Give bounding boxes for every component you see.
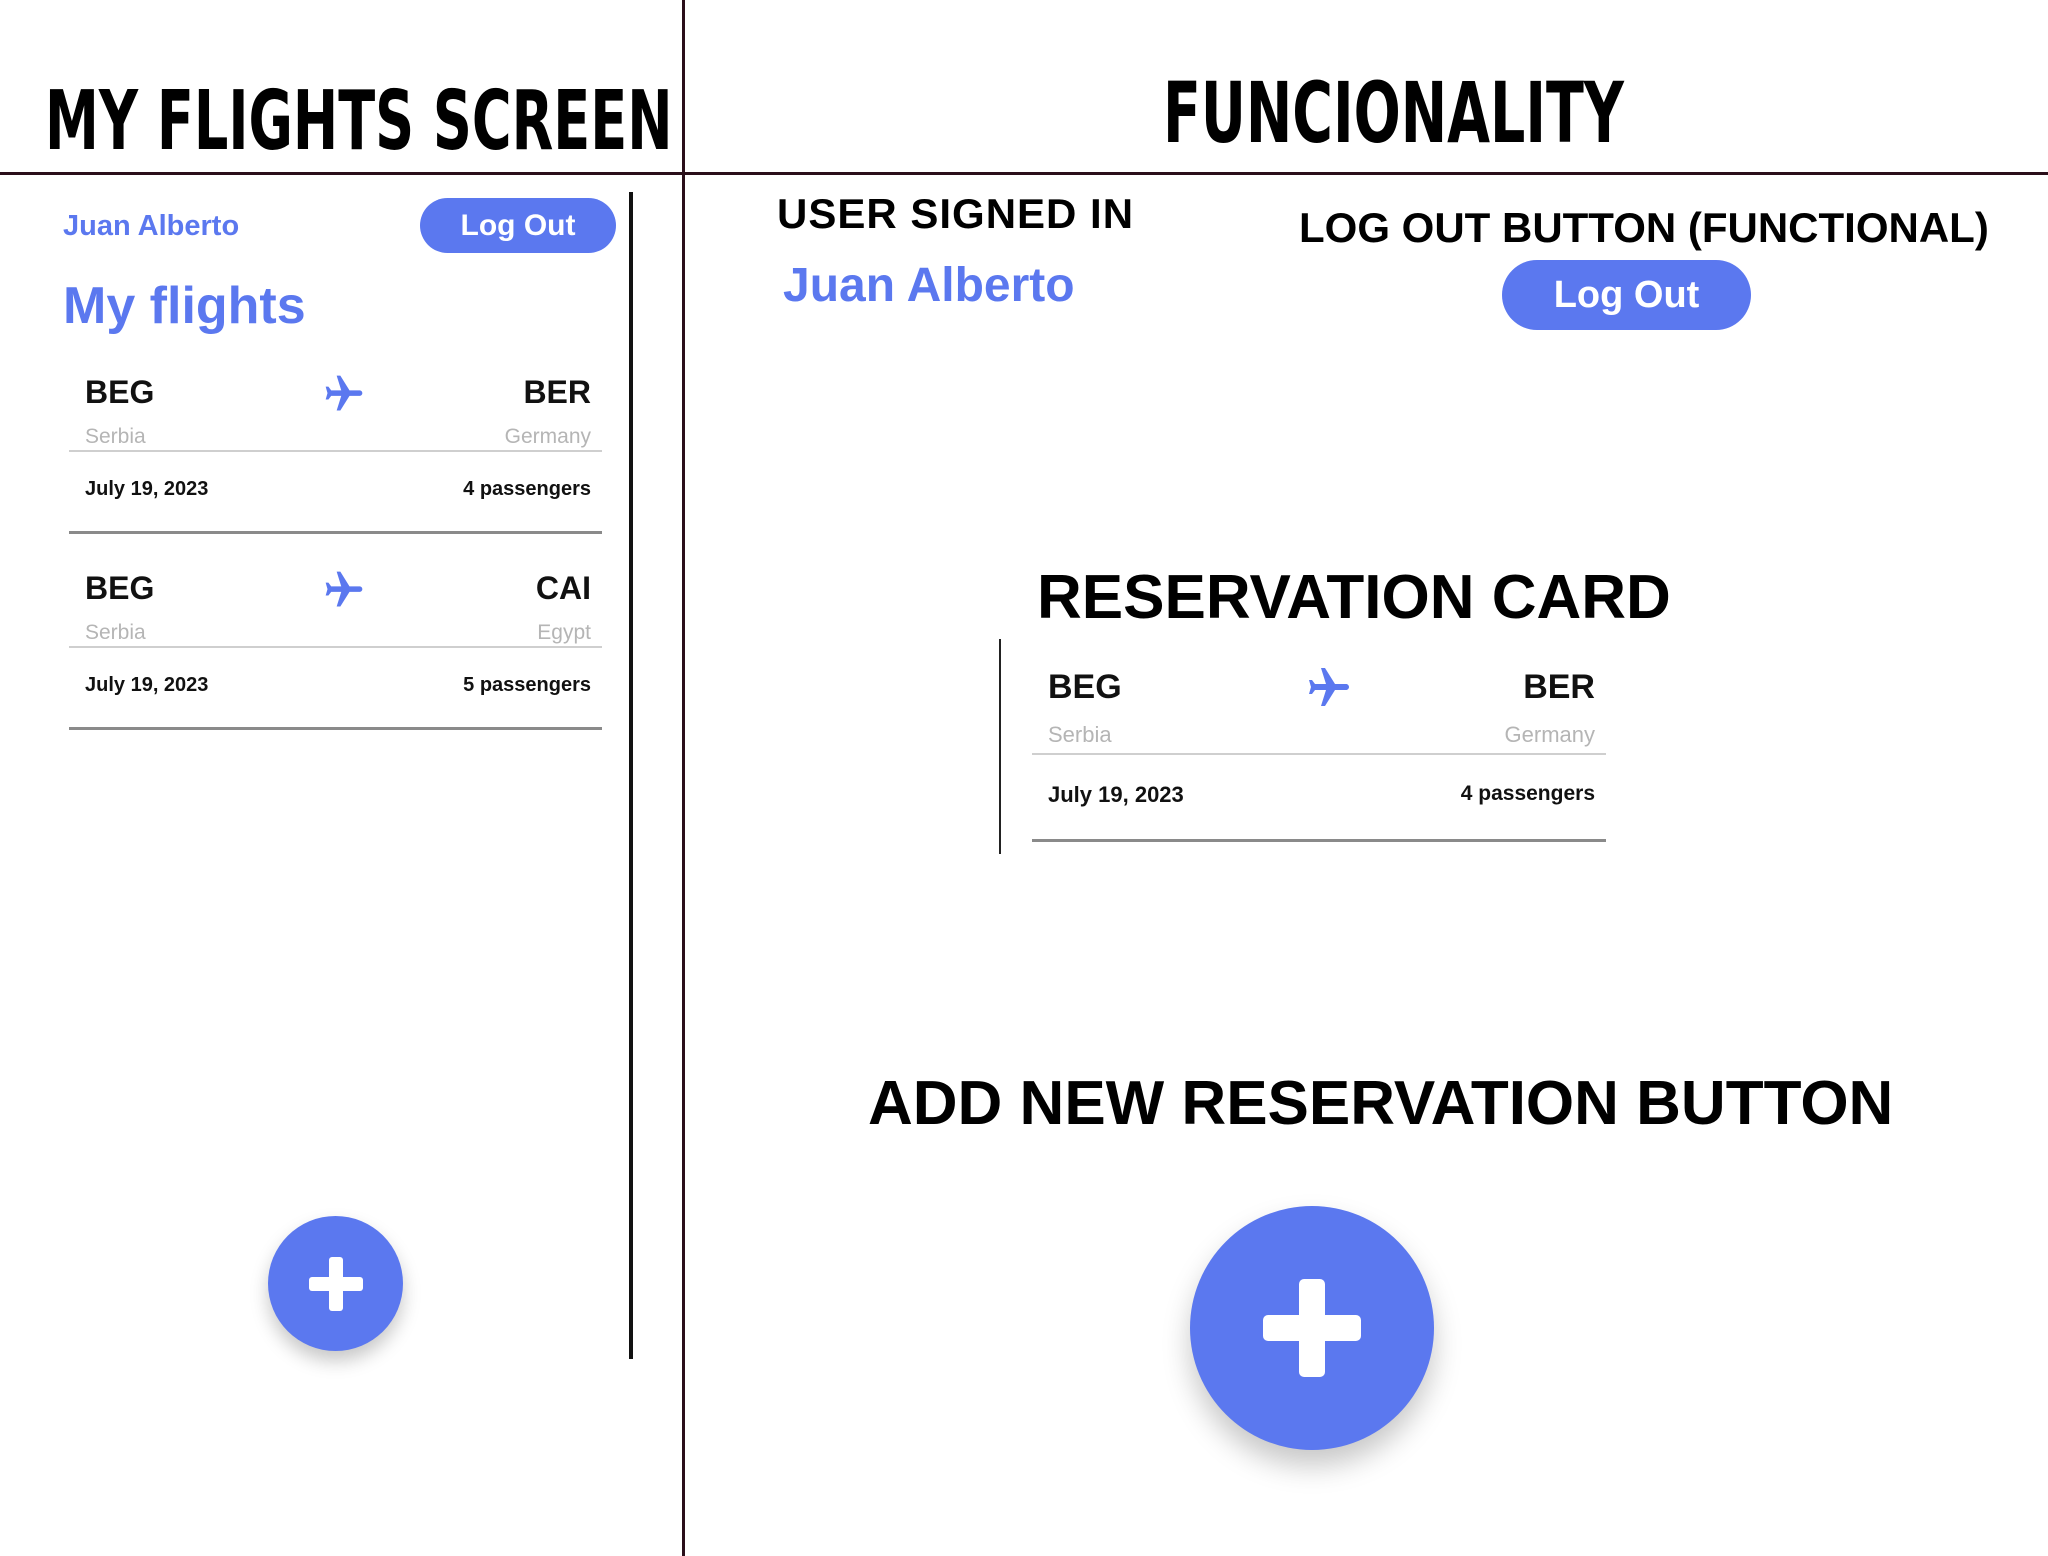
origin-code: BEG [85, 570, 155, 606]
functionality-heading: FUNCIONALITY [1163, 64, 1624, 162]
card-divider [69, 450, 602, 452]
plus-icon [1263, 1279, 1361, 1377]
reservation-card-label: RESERVATION CARD [1037, 563, 1671, 632]
card-bottom-border [1032, 839, 1606, 842]
add-reservation-button-label: ADD NEW RESERVATION BUTTON [868, 1069, 1894, 1138]
logout-button[interactable]: Log Out [420, 198, 616, 253]
passenger-count: 4 passengers [463, 478, 591, 500]
card-bottom-border [69, 727, 602, 730]
logout-button-label: LOG OUT BUTTON (FUNCTIONAL) [1299, 204, 1989, 251]
airplane-icon [1309, 668, 1349, 706]
logout-button-example[interactable]: Log Out [1502, 260, 1751, 330]
add-reservation-button-example[interactable] [1190, 1206, 1434, 1450]
card-divider [1032, 753, 1606, 755]
card-callout-edge [999, 639, 1001, 854]
page-title: My flights [63, 277, 306, 335]
flight-date: July 19, 2023 [1048, 782, 1184, 807]
card-bottom-border [69, 531, 602, 534]
destination-code: CAI [535, 570, 591, 606]
origin-country: Serbia [85, 621, 146, 644]
flight-date: July 19, 2023 [85, 674, 209, 696]
destination-country: Egypt [537, 621, 591, 644]
reservation-card[interactable]: BEG BER Serbia Germany July 19, 2023 4 p… [69, 368, 602, 534]
origin-country: Serbia [85, 425, 146, 448]
phone-screen-edge [629, 192, 633, 1359]
card-divider [69, 646, 602, 648]
user-signed-in-label: USER SIGNED IN [777, 190, 1135, 237]
signed-in-user-name-example: Juan Alberto [783, 259, 1075, 312]
reservation-card[interactable]: BEG CAI Serbia Egypt July 19, 2023 5 pas… [69, 564, 602, 730]
reservation-card-example[interactable]: BEG BER Serbia Germany July 19, 2023 4 p… [1032, 664, 1606, 844]
column-divider [682, 0, 685, 1556]
add-reservation-button[interactable] [268, 1216, 403, 1351]
signed-in-user-name: Juan Alberto [63, 210, 240, 242]
passenger-count: 5 passengers [463, 674, 591, 696]
flight-date: July 19, 2023 [85, 478, 209, 500]
origin-code: BEG [85, 374, 155, 410]
airplane-icon [325, 571, 363, 607]
plus-icon [308, 1256, 363, 1311]
origin-code: BEG [1048, 668, 1122, 706]
header-divider [0, 172, 2048, 175]
destination-code: BER [1523, 668, 1595, 706]
my-flights-screen-heading: MY FLIGHTS SCREEN [45, 74, 673, 169]
origin-country: Serbia [1048, 722, 1112, 747]
airplane-icon [325, 375, 363, 411]
passenger-count: 4 passengers [1460, 782, 1595, 805]
destination-country: Germany [504, 425, 591, 448]
destination-country: Germany [1504, 722, 1595, 747]
destination-code: BER [523, 374, 591, 410]
